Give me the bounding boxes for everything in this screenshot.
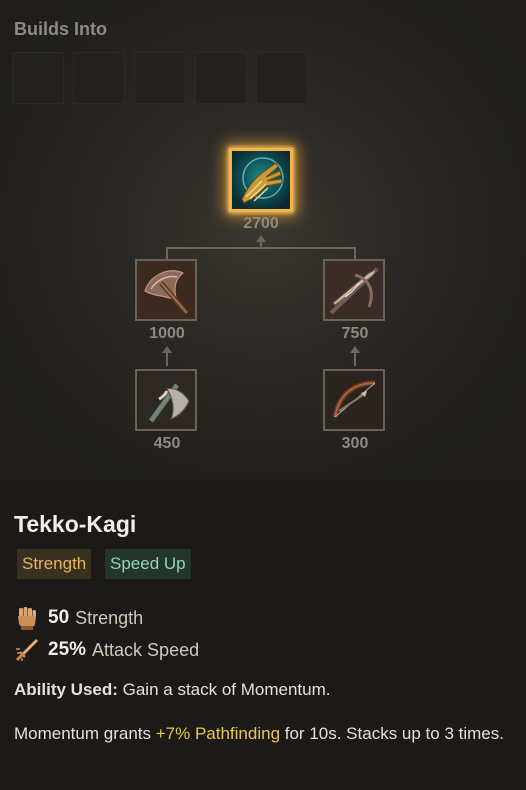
tree-connector — [166, 352, 168, 366]
up-arrow-icon — [256, 235, 266, 242]
tekko-kagi-item[interactable] — [229, 148, 293, 212]
stat-value: 25% — [48, 639, 87, 660]
passive-description: Momentum grants +7% Pathfinding for 10s.… — [14, 723, 514, 745]
tree-connector — [354, 352, 356, 366]
fist-icon — [18, 607, 36, 630]
ability-text: Gain a stack of Momentum. — [117, 680, 331, 699]
item-cost: 1000 — [149, 325, 185, 342]
tekko-kagi-claw-icon — [232, 151, 290, 209]
bow-item[interactable] — [323, 369, 385, 431]
sword-icon — [15, 639, 38, 662]
stat-name: Attack Speed — [92, 639, 200, 660]
hand-axe-item[interactable] — [135, 369, 197, 431]
item-cost: 2700 — [243, 215, 279, 232]
item-cost: 450 — [153, 435, 181, 452]
builds-into-slot[interactable] — [195, 52, 247, 104]
tree-connector — [260, 241, 262, 249]
builds-into-slot[interactable] — [256, 52, 308, 104]
crossed-blade-item[interactable] — [323, 259, 385, 321]
stat-attack-speed: 25% Attack Speed — [14, 636, 199, 664]
ability-description: Ability Used: Gain a stack of Momentum. — [14, 679, 514, 701]
item-title: Tekko-Kagi — [14, 511, 137, 537]
stat-strength: 50 Strength — [14, 604, 143, 632]
up-arrow-icon — [162, 346, 172, 353]
passive-highlight: +7% Pathfinding — [155, 724, 281, 743]
up-arrow-icon — [350, 346, 360, 353]
hand-axe-icon — [137, 371, 195, 429]
tree-connector — [166, 247, 168, 259]
battle-axe-icon — [137, 261, 195, 319]
builds-into-slot[interactable] — [12, 52, 64, 104]
build-tree-panel: Builds Into 2700 1000 750 450 300 — [0, 0, 526, 480]
passive-text-post: for 10s. Stacks up to 3 times. — [280, 724, 504, 743]
battle-axe-item[interactable] — [135, 259, 197, 321]
bow-icon — [325, 371, 383, 429]
stat-name: Strength — [75, 607, 144, 628]
stat-value: 50 — [48, 607, 70, 628]
speed-up-tag: Speed Up — [105, 549, 191, 579]
item-cost: 750 — [341, 325, 369, 342]
strength-tag: Strength — [17, 549, 92, 579]
builds-into-slot[interactable] — [73, 52, 125, 104]
builds-into-slot[interactable] — [134, 52, 186, 104]
ability-label: Ability Used: — [14, 680, 118, 699]
item-cost: 300 — [341, 435, 369, 452]
builds-into-title: Builds Into — [14, 19, 107, 39]
passive-text-pre: Momentum grants — [14, 724, 156, 743]
crossed-blade-icon — [325, 261, 383, 319]
tree-connector — [354, 247, 356, 259]
